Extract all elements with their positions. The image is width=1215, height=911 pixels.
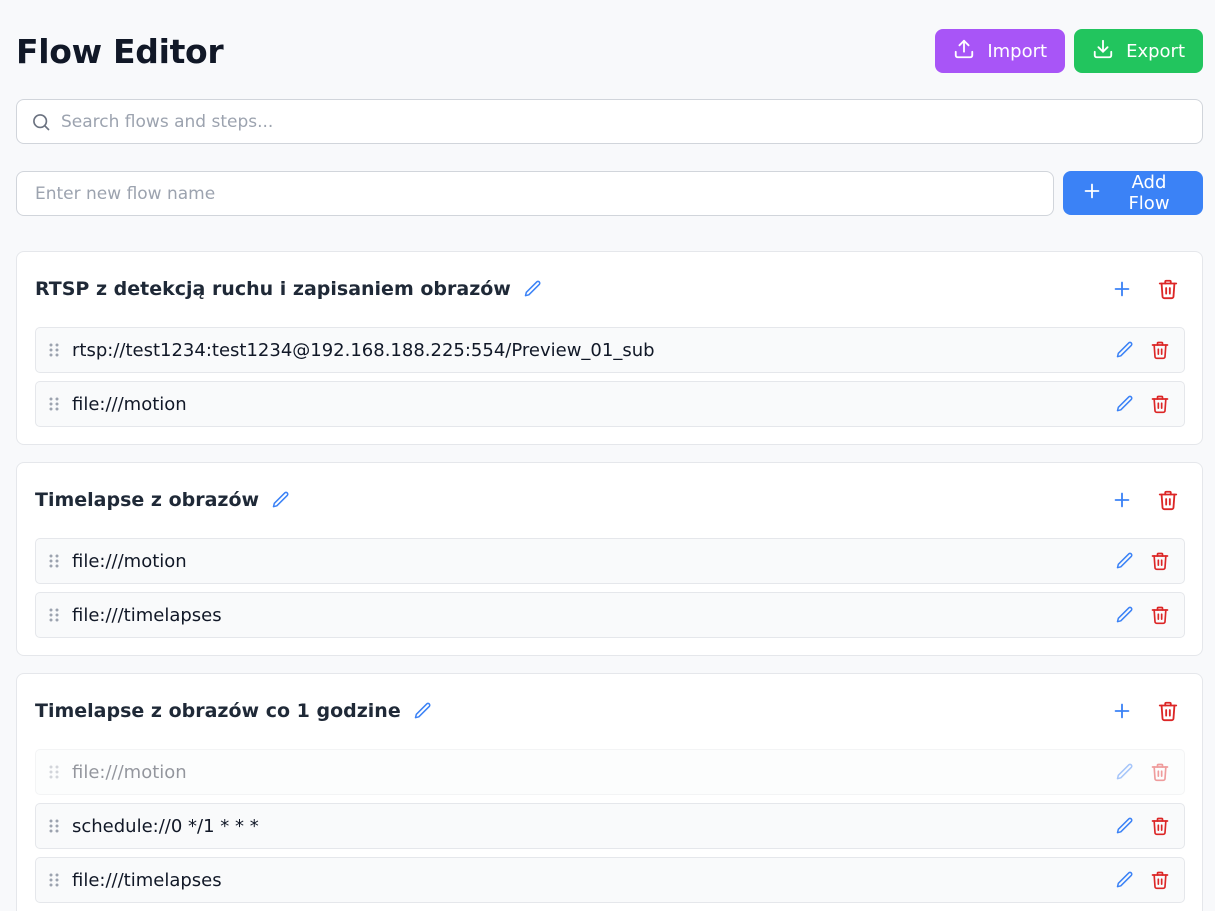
edit-step-icon[interactable] — [1115, 605, 1135, 625]
delete-step-icon[interactable] — [1150, 551, 1170, 571]
export-label: Export — [1126, 40, 1185, 62]
delete-flow-icon[interactable] — [1157, 278, 1179, 300]
delete-step-icon[interactable] — [1150, 870, 1170, 890]
add-step-icon[interactable] — [1111, 489, 1133, 511]
drag-handle-icon[interactable] — [36, 342, 72, 358]
flow-header: Timelapse z obrazów — [35, 485, 1184, 515]
flow-header: RTSP z detekcją ruchu i zapisaniem obraz… — [35, 274, 1184, 304]
drag-handle-icon[interactable] — [36, 872, 72, 888]
edit-step-icon[interactable] — [1115, 870, 1135, 890]
delete-step-icon[interactable] — [1150, 394, 1170, 414]
flow-title: Timelapse z obrazów co 1 godzine — [35, 700, 401, 722]
import-label: Import — [987, 40, 1048, 62]
page-title: Flow Editor — [16, 31, 224, 71]
delete-step-icon[interactable] — [1150, 605, 1170, 625]
step-url: file:///motion — [72, 761, 187, 783]
edit-step-icon[interactable] — [1115, 762, 1135, 782]
delete-step-icon[interactable] — [1150, 762, 1170, 782]
edit-step-icon[interactable] — [1115, 816, 1135, 836]
search-input[interactable] — [17, 100, 1202, 143]
flow-title: Timelapse z obrazów — [35, 489, 260, 511]
flow-card: RTSP z detekcją ruchu i zapisaniem obraz… — [16, 251, 1203, 445]
drag-handle-icon[interactable] — [36, 607, 72, 623]
export-button[interactable]: Export — [1074, 29, 1203, 73]
step-url: schedule://0 */1 * * * — [72, 815, 259, 837]
flow-title: RTSP z detekcją ruchu i zapisaniem obraz… — [35, 278, 511, 300]
flow-header: Timelapse z obrazów co 1 godzine — [35, 696, 1184, 726]
add-flow-button[interactable]: Add Flow — [1063, 171, 1203, 215]
flow-step[interactable]: schedule://0 */1 * * * — [35, 803, 1185, 849]
delete-step-icon[interactable] — [1150, 816, 1170, 836]
edit-flow-name-icon[interactable] — [523, 279, 543, 299]
add-flow-label: Add Flow — [1128, 172, 1170, 214]
header-actions: Import Export — [935, 29, 1203, 73]
flow-step-dragging[interactable]: file:///motion — [35, 749, 1185, 795]
drag-handle-icon[interactable] — [36, 764, 72, 780]
header: Flow Editor Import Export — [16, 29, 1203, 73]
new-flow-name-input[interactable] — [16, 171, 1054, 216]
plus-icon — [1081, 180, 1103, 207]
step-url: file:///motion — [72, 550, 187, 572]
download-icon — [1092, 38, 1114, 65]
flow-step[interactable]: file:///timelapses — [35, 857, 1185, 903]
flow-card: Timelapse z obrazów co 1 godzine file://… — [16, 673, 1203, 911]
edit-flow-name-icon[interactable] — [413, 701, 433, 721]
import-button[interactable]: Import — [935, 29, 1066, 73]
upload-icon — [953, 38, 975, 65]
step-url: file:///motion — [72, 393, 187, 415]
drag-handle-icon[interactable] — [36, 553, 72, 569]
edit-step-icon[interactable] — [1115, 551, 1135, 571]
flow-card: Timelapse z obrazów file:///motion file:… — [16, 462, 1203, 656]
edit-step-icon[interactable] — [1115, 394, 1135, 414]
search-box — [16, 99, 1203, 144]
drag-handle-icon[interactable] — [36, 818, 72, 834]
delete-step-icon[interactable] — [1150, 340, 1170, 360]
step-url: file:///timelapses — [72, 869, 222, 891]
delete-flow-icon[interactable] — [1157, 700, 1179, 722]
edit-step-icon[interactable] — [1115, 340, 1135, 360]
drag-handle-icon[interactable] — [36, 396, 72, 412]
flow-step[interactable]: file:///timelapses — [35, 592, 1185, 638]
new-flow-row: Add Flow — [16, 171, 1203, 216]
add-step-icon[interactable] — [1111, 278, 1133, 300]
flow-step[interactable]: rtsp://test1234:test1234@192.168.188.225… — [35, 327, 1185, 373]
search-icon — [31, 112, 51, 132]
step-url: file:///timelapses — [72, 604, 222, 626]
flow-step[interactable]: file:///motion — [35, 381, 1185, 427]
flow-step[interactable]: file:///motion — [35, 538, 1185, 584]
step-url: rtsp://test1234:test1234@192.168.188.225… — [72, 339, 655, 361]
edit-flow-name-icon[interactable] — [271, 490, 291, 510]
delete-flow-icon[interactable] — [1157, 489, 1179, 511]
add-step-icon[interactable] — [1111, 700, 1133, 722]
